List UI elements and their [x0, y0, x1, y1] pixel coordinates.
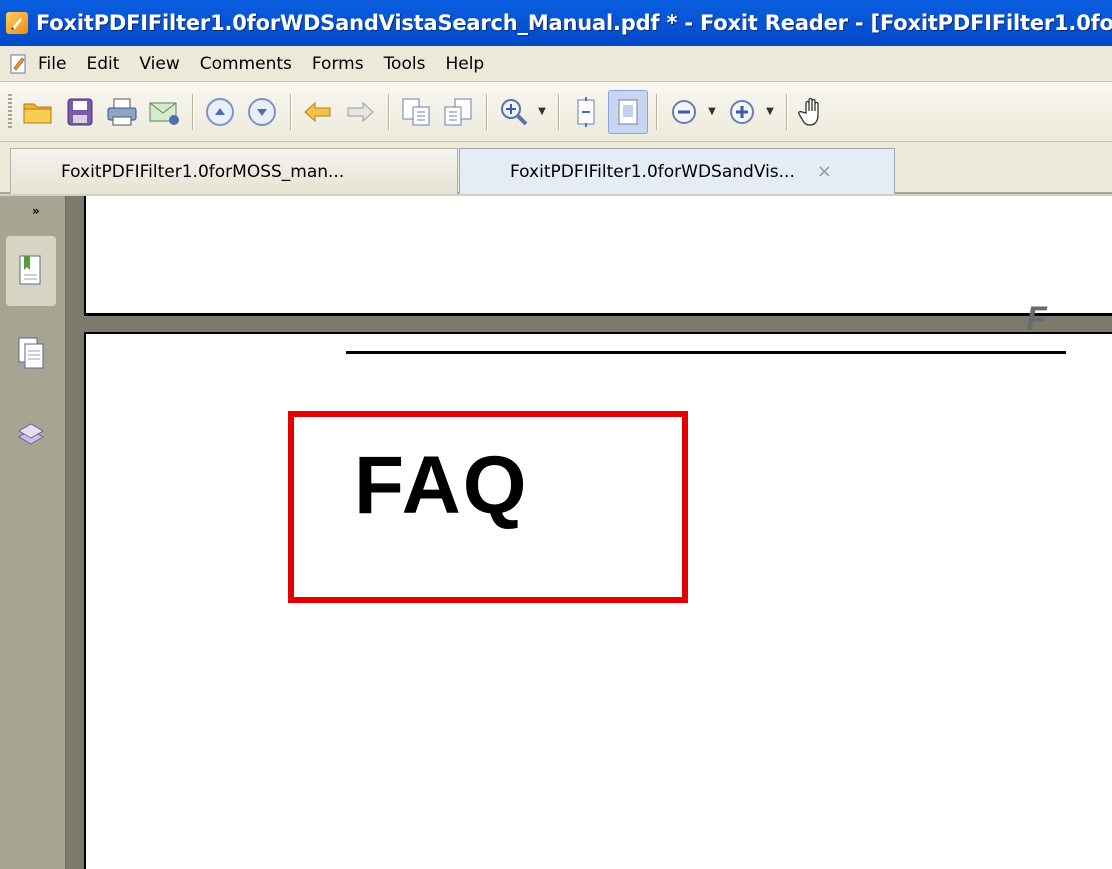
- window-title: FoxitPDFIFilter1.0forWDSandVistaSearch_M…: [36, 11, 1112, 35]
- arrow-down-circle-icon: [248, 97, 276, 126]
- previous-page: [84, 196, 1112, 316]
- page-extract-icon: [402, 98, 430, 125]
- expand-panel-icon[interactable]: »: [32, 204, 40, 218]
- window-title-bar[interactable]: FoxitPDFIFilter1.0forWDSandVistaSearch_M…: [0, 0, 1112, 46]
- faq-highlight-box: FAQ: [288, 411, 688, 603]
- open-folder-button[interactable]: [18, 90, 58, 134]
- menu-file[interactable]: File: [38, 54, 66, 74]
- layers-icon: [18, 423, 44, 445]
- bookmarks-button[interactable]: [6, 236, 56, 306]
- save-button[interactable]: [60, 90, 100, 134]
- tab-label: FoxitPDFIFilter1.0forMOSS_man...: [61, 161, 345, 182]
- fit-page-icon: [577, 96, 595, 127]
- zoom-dropdown-arrow[interactable]: ▼: [536, 90, 548, 134]
- layers-button[interactable]: [6, 398, 56, 468]
- arrow-up-circle-icon: [206, 97, 234, 126]
- toolbar-separator: [290, 93, 292, 130]
- faq-heading: FAQ: [354, 440, 529, 531]
- bookmark-icon: [19, 255, 41, 285]
- insert-page-button[interactable]: [438, 90, 478, 134]
- menu-view[interactable]: View: [139, 54, 179, 74]
- menu-forms[interactable]: Forms: [312, 54, 364, 74]
- arrow-left-icon: [304, 101, 331, 122]
- go-forward-button[interactable]: [340, 90, 380, 134]
- zoom-out-dropdown-arrow[interactable]: ▼: [706, 90, 718, 134]
- navigation-panel: »: [0, 196, 66, 869]
- zoom-out-button[interactable]: [664, 90, 704, 134]
- header-rule: [346, 351, 1066, 354]
- plus-circle-icon: [730, 99, 754, 124]
- toolbar-separator: [486, 93, 488, 130]
- toolbar-separator: [656, 93, 658, 130]
- menu-comments[interactable]: Comments: [200, 54, 292, 74]
- menu-bar: File Edit View Comments Forms Tools Help: [0, 46, 1112, 82]
- document-icon[interactable]: [8, 53, 30, 75]
- menu-edit[interactable]: Edit: [86, 54, 119, 74]
- close-tab-icon[interactable]: ×: [817, 161, 832, 182]
- go-back-button[interactable]: [298, 90, 338, 134]
- print-button[interactable]: [102, 90, 142, 134]
- extract-page-button[interactable]: [396, 90, 436, 134]
- email-button[interactable]: [144, 90, 184, 134]
- folder-icon: [23, 103, 52, 123]
- foxit-app-icon[interactable]: [6, 12, 28, 34]
- zoom-button[interactable]: [494, 90, 534, 134]
- page-header-text: F: [1026, 300, 1047, 338]
- zoom-in-dropdown-arrow[interactable]: ▼: [764, 90, 776, 134]
- hand-icon: [798, 97, 819, 126]
- pages-button[interactable]: [6, 318, 56, 388]
- zoom-in-step-button[interactable]: [722, 90, 762, 134]
- menu-help[interactable]: Help: [445, 54, 484, 74]
- menu-tools[interactable]: Tools: [384, 54, 426, 74]
- previous-page-button[interactable]: [200, 90, 240, 134]
- tab-label: FoxitPDFIFilter1.0forWDSandVis...: [510, 161, 795, 182]
- toolbar-separator: [786, 93, 788, 130]
- magnifier-plus-icon: [501, 98, 528, 125]
- document-tab-bar: FoxitPDFIFilter1.0forMOSS_man... FoxitPD…: [0, 142, 1112, 194]
- minus-circle-icon: [672, 99, 696, 124]
- page-insert-icon: [444, 98, 472, 125]
- toolbar-separator: [388, 93, 390, 130]
- printer-icon: [107, 98, 137, 125]
- toolbar-grip[interactable]: [8, 93, 12, 130]
- fit-width-icon: [618, 99, 638, 124]
- tab-wds-manual[interactable]: FoxitPDFIFilter1.0forWDSandVis... ×: [459, 148, 895, 194]
- save-icon: [67, 98, 93, 125]
- arrow-right-icon: [347, 101, 374, 122]
- tab-moss-manual[interactable]: FoxitPDFIFilter1.0forMOSS_man...: [10, 148, 458, 194]
- hand-tool-button[interactable]: [794, 90, 834, 134]
- toolbar-separator: [558, 93, 560, 130]
- email-icon: [149, 102, 179, 125]
- next-page-button[interactable]: [242, 90, 282, 134]
- toolbar-separator: [192, 93, 194, 130]
- pages-icon: [18, 337, 44, 369]
- main-toolbar: ▼ ▼ ▼: [0, 82, 1112, 142]
- fit-page-button[interactable]: [566, 90, 606, 134]
- fit-width-button[interactable]: [608, 89, 648, 134]
